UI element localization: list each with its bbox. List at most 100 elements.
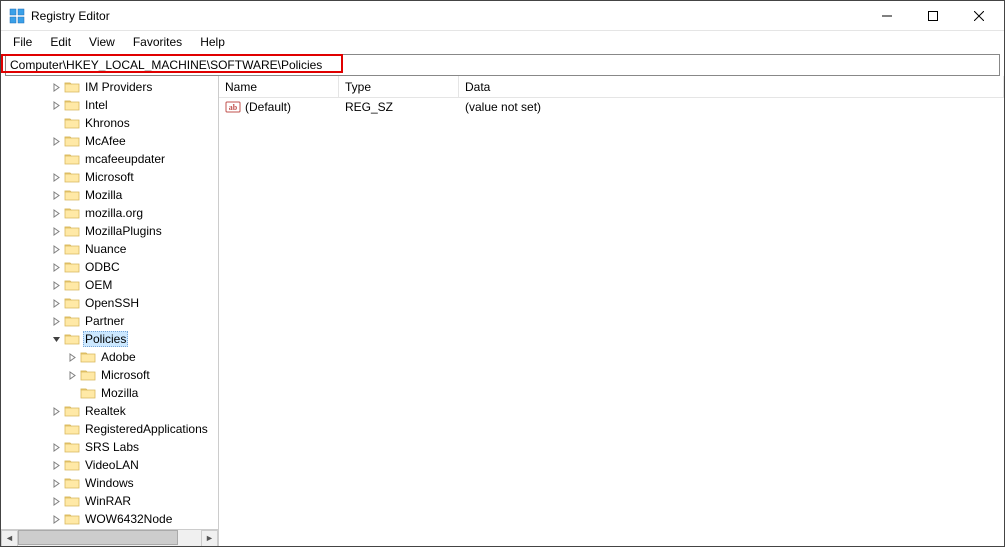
column-header-data[interactable]: Data [459,76,1004,97]
folder-icon [64,98,80,112]
expander-placeholder [49,152,63,166]
expander-placeholder [65,386,79,400]
tree-item[interactable]: Mozilla [1,186,218,204]
chevron-right-icon[interactable] [49,296,63,310]
folder-icon [64,206,80,220]
chevron-right-icon[interactable] [49,206,63,220]
maximize-button[interactable] [910,1,956,31]
expander-placeholder [49,422,63,436]
chevron-right-icon[interactable] [65,350,79,364]
folder-icon [64,296,80,310]
tree-item[interactable]: McAfee [1,132,218,150]
tree-item-label: IM Providers [83,80,154,94]
chevron-right-icon[interactable] [49,476,63,490]
chevron-right-icon[interactable] [49,80,63,94]
menu-favorites[interactable]: Favorites [125,33,190,51]
tree-item[interactable]: Nuance [1,240,218,258]
folder-icon [64,224,80,238]
chevron-right-icon[interactable] [49,314,63,328]
menubar: File Edit View Favorites Help [1,31,1004,53]
folder-icon [64,134,80,148]
tree-item[interactable]: WinRAR [1,492,218,510]
tree-item[interactable]: mcafeeupdater [1,150,218,168]
chevron-right-icon[interactable] [49,170,63,184]
chevron-right-icon[interactable] [65,368,79,382]
tree-item-label: Partner [83,314,126,328]
tree-item[interactable]: IM Providers [1,78,218,96]
scroll-right-arrow-icon[interactable]: ► [201,530,218,547]
chevron-right-icon[interactable] [49,134,63,148]
column-header-name[interactable]: Name [219,76,339,97]
menu-edit[interactable]: Edit [42,33,79,51]
tree-item-label: Mozilla [99,386,140,400]
tree-item-label: SRS Labs [83,440,141,454]
tree-item[interactable]: MozillaPlugins [1,222,218,240]
tree-item-label: Mozilla [83,188,124,202]
folder-icon [80,368,96,382]
address-bar [5,54,1000,76]
folder-icon [64,404,80,418]
tree-item[interactable]: OpenSSH [1,294,218,312]
tree-item[interactable]: Partner [1,312,218,330]
folder-icon [64,116,80,130]
scroll-thumb[interactable] [18,530,178,545]
folder-icon [80,386,96,400]
tree-item[interactable]: Intel [1,96,218,114]
tree-item[interactable]: Microsoft [1,168,218,186]
tree-item-label: WOW6432Node [83,512,174,526]
menu-view[interactable]: View [81,33,123,51]
tree-scroll[interactable]: IM Providers Intel Khronos McAfee mcafeeupda… [1,76,218,529]
tree-item[interactable]: VideoLAN [1,456,218,474]
folder-icon [64,494,80,508]
tree-item[interactable]: Realtek [1,402,218,420]
chevron-right-icon[interactable] [49,440,63,454]
menu-help[interactable]: Help [192,33,233,51]
tree-item[interactable]: Mozilla [1,384,218,402]
chevron-right-icon[interactable] [49,260,63,274]
folder-icon [64,260,80,274]
tree-item-label: Microsoft [99,368,152,382]
column-header-type[interactable]: Type [339,76,459,97]
folder-icon [64,278,80,292]
tree-item[interactable]: RegisteredApplications [1,420,218,438]
tree-item[interactable]: mozilla.org [1,204,218,222]
minimize-button[interactable] [864,1,910,31]
folder-icon [64,476,80,490]
close-button[interactable] [956,1,1002,31]
chevron-right-icon[interactable] [49,242,63,256]
tree-horizontal-scrollbar[interactable]: ◄ ► [1,529,218,546]
tree-item[interactable]: Microsoft [1,366,218,384]
regedit-app-icon [9,8,25,24]
tree-item[interactable]: SRS Labs [1,438,218,456]
menu-file[interactable]: File [5,33,40,51]
chevron-right-icon[interactable] [49,404,63,418]
chevron-right-icon[interactable] [49,512,63,526]
tree-item-label: mcafeeupdater [83,152,167,166]
tree-item-label: VideoLAN [83,458,141,472]
chevron-right-icon[interactable] [49,278,63,292]
tree-item[interactable]: WOW6432Node [1,510,218,528]
tree-item[interactable]: Policies [1,330,218,348]
address-input[interactable] [6,57,999,73]
string-value-icon: ab [225,100,241,114]
scroll-left-arrow-icon[interactable]: ◄ [1,530,18,547]
chevron-right-icon[interactable] [49,224,63,238]
tree-item[interactable]: Windows [1,474,218,492]
tree-item[interactable]: ODBC [1,258,218,276]
scroll-track[interactable] [18,530,201,547]
tree-item-label: Windows [83,476,136,490]
values-pane: Name Type Data ab(Default)REG_SZ(value n… [219,76,1004,546]
chevron-right-icon[interactable] [49,494,63,508]
chevron-right-icon[interactable] [49,98,63,112]
chevron-right-icon[interactable] [49,188,63,202]
value-row[interactable]: ab(Default)REG_SZ(value not set) [219,98,1004,116]
folder-icon [64,314,80,328]
tree-item-label: Khronos [83,116,132,130]
tree-item[interactable]: Adobe [1,348,218,366]
tree-item-label: Adobe [99,350,138,364]
chevron-right-icon[interactable] [49,458,63,472]
tree-item[interactable]: OEM [1,276,218,294]
chevron-down-icon[interactable] [49,332,63,346]
tree-item[interactable]: Khronos [1,114,218,132]
tree-item-label: mozilla.org [83,206,145,220]
